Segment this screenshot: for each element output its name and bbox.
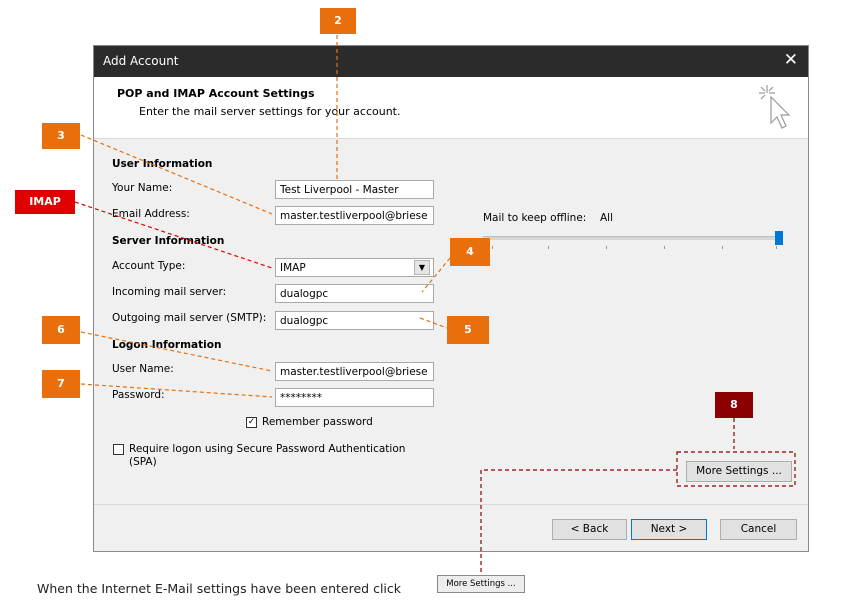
callout-leader-lines — [74, 35, 796, 577]
callout-3: 3 — [42, 123, 80, 149]
leader-5 — [419, 317, 448, 329]
callout-imap: IMAP — [15, 190, 75, 214]
instruction-caption: When the Internet E-Mail settings have b… — [37, 581, 402, 596]
callout-2: 2 — [320, 8, 356, 34]
leader-6 — [80, 331, 273, 372]
callout-8: 8 — [715, 392, 753, 418]
caption-more-settings-button: More Settings ... — [437, 575, 525, 593]
more-settings-highlight — [676, 451, 796, 487]
callout-4: 4 — [450, 238, 490, 266]
leader-caption — [480, 469, 677, 577]
leader-3 — [80, 134, 273, 215]
leader-7 — [80, 383, 273, 398]
callout-6: 6 — [42, 316, 80, 344]
callout-7: 7 — [42, 370, 80, 398]
callout-5: 5 — [447, 316, 489, 344]
leader-4 — [421, 257, 451, 293]
leader-imap — [74, 201, 273, 269]
